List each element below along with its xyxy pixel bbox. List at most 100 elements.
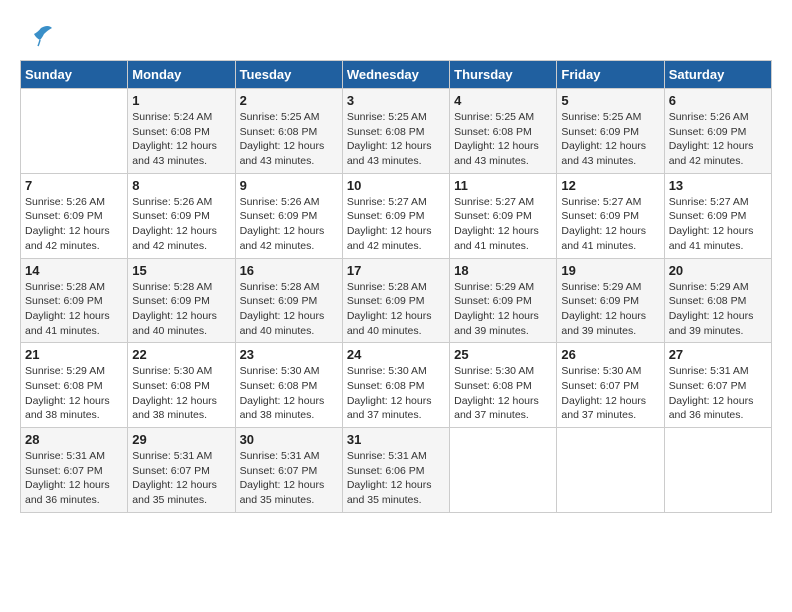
day-number: 4 (454, 93, 552, 108)
calendar-week-row: 7 Sunrise: 5:26 AM Sunset: 6:09 PM Daylig… (21, 173, 772, 258)
day-info: Sunrise: 5:31 AM Sunset: 6:07 PM Dayligh… (240, 449, 338, 508)
weekday-header-sunday: Sunday (21, 61, 128, 89)
calendar-cell: 9 Sunrise: 5:26 AM Sunset: 6:09 PM Daylig… (235, 173, 342, 258)
day-number: 29 (132, 432, 230, 447)
day-number: 12 (561, 178, 659, 193)
calendar-cell: 16 Sunrise: 5:28 AM Sunset: 6:09 PM Dayli… (235, 258, 342, 343)
day-number: 31 (347, 432, 445, 447)
weekday-header-friday: Friday (557, 61, 664, 89)
calendar-cell: 4 Sunrise: 5:25 AM Sunset: 6:08 PM Daylig… (450, 89, 557, 174)
weekday-header-thursday: Thursday (450, 61, 557, 89)
calendar-cell: 22 Sunrise: 5:30 AM Sunset: 6:08 PM Dayli… (128, 343, 235, 428)
calendar-cell: 6Sunrise: 5:26 AM Sunset: 6:09 PM Daylig… (664, 89, 771, 174)
calendar-cell: 24 Sunrise: 5:30 AM Sunset: 6:08 PM Dayli… (342, 343, 449, 428)
weekday-header-saturday: Saturday (664, 61, 771, 89)
day-number: 18 (454, 263, 552, 278)
day-info: Sunrise: 5:25 AM Sunset: 6:08 PM Dayligh… (454, 110, 552, 169)
calendar-cell: 2Sunrise: 5:25 AM Sunset: 6:08 PM Daylig… (235, 89, 342, 174)
day-number: 3 (347, 93, 445, 108)
day-number: 11 (454, 178, 552, 193)
day-info: Sunrise: 5:25 AM Sunset: 6:08 PM Dayligh… (347, 110, 445, 169)
calendar-week-row: 28 Sunrise: 5:31 AM Sunset: 6:07 PM Dayli… (21, 428, 772, 513)
day-number: 20 (669, 263, 767, 278)
weekday-header-tuesday: Tuesday (235, 61, 342, 89)
weekday-header-wednesday: Wednesday (342, 61, 449, 89)
day-number: 22 (132, 347, 230, 362)
calendar-week-row: 1Sunrise: 5:24 AM Sunset: 6:08 PM Daylig… (21, 89, 772, 174)
calendar-cell: 17 Sunrise: 5:28 AM Sunset: 6:09 PM Dayli… (342, 258, 449, 343)
day-number: 24 (347, 347, 445, 362)
calendar-week-row: 14 Sunrise: 5:28 AM Sunset: 6:09 PM Dayli… (21, 258, 772, 343)
calendar-cell: 10Sunrise: 5:27 AM Sunset: 6:09 PM Dayli… (342, 173, 449, 258)
day-info: Sunrise: 5:31 AM Sunset: 6:06 PM Dayligh… (347, 449, 445, 508)
weekday-header-monday: Monday (128, 61, 235, 89)
day-number: 14 (25, 263, 123, 278)
day-info: Sunrise: 5:25 AM Sunset: 6:08 PM Dayligh… (240, 110, 338, 169)
calendar-cell: 25 Sunrise: 5:30 AM Sunset: 6:08 PM Dayli… (450, 343, 557, 428)
day-number: 25 (454, 347, 552, 362)
day-info: Sunrise: 5:30 AM Sunset: 6:08 PM Dayligh… (347, 364, 445, 423)
calendar-cell: 26 Sunrise: 5:30 AM Sunset: 6:07 PM Dayli… (557, 343, 664, 428)
day-number: 27 (669, 347, 767, 362)
day-info: Sunrise: 5:30 AM Sunset: 6:08 PM Dayligh… (132, 364, 230, 423)
calendar-cell (557, 428, 664, 513)
day-info: Sunrise: 5:30 AM Sunset: 6:08 PM Dayligh… (454, 364, 552, 423)
day-number: 16 (240, 263, 338, 278)
day-number: 8 (132, 178, 230, 193)
calendar-week-row: 21Sunrise: 5:29 AM Sunset: 6:08 PM Dayli… (21, 343, 772, 428)
day-info: Sunrise: 5:28 AM Sunset: 6:09 PM Dayligh… (240, 280, 338, 339)
logo-bird-icon (26, 20, 56, 50)
day-info: Sunrise: 5:24 AM Sunset: 6:08 PM Dayligh… (132, 110, 230, 169)
day-info: Sunrise: 5:31 AM Sunset: 6:07 PM Dayligh… (25, 449, 123, 508)
day-number: 21 (25, 347, 123, 362)
calendar-cell: 29Sunrise: 5:31 AM Sunset: 6:07 PM Dayli… (128, 428, 235, 513)
day-number: 26 (561, 347, 659, 362)
day-number: 7 (25, 178, 123, 193)
day-number: 19 (561, 263, 659, 278)
day-number: 28 (25, 432, 123, 447)
day-info: Sunrise: 5:30 AM Sunset: 6:08 PM Dayligh… (240, 364, 338, 423)
day-number: 15 (132, 263, 230, 278)
calendar-cell: 18 Sunrise: 5:29 AM Sunset: 6:09 PM Dayli… (450, 258, 557, 343)
day-info: Sunrise: 5:25 AM Sunset: 6:09 PM Dayligh… (561, 110, 659, 169)
day-info: Sunrise: 5:28 AM Sunset: 6:09 PM Dayligh… (132, 280, 230, 339)
calendar-cell (664, 428, 771, 513)
calendar-cell: 31 Sunrise: 5:31 AM Sunset: 6:06 PM Dayli… (342, 428, 449, 513)
weekday-header-row: SundayMondayTuesdayWednesdayThursdayFrid… (21, 61, 772, 89)
day-number: 10 (347, 178, 445, 193)
page-header (20, 20, 772, 50)
calendar-cell (21, 89, 128, 174)
day-info: Sunrise: 5:27 AM Sunset: 6:09 PM Dayligh… (669, 195, 767, 254)
day-info: Sunrise: 5:28 AM Sunset: 6:09 PM Dayligh… (347, 280, 445, 339)
day-info: Sunrise: 5:28 AM Sunset: 6:09 PM Dayligh… (25, 280, 123, 339)
day-number: 9 (240, 178, 338, 193)
day-number: 17 (347, 263, 445, 278)
logo (20, 20, 56, 50)
day-info: Sunrise: 5:29 AM Sunset: 6:08 PM Dayligh… (669, 280, 767, 339)
day-number: 23 (240, 347, 338, 362)
day-info: Sunrise: 5:26 AM Sunset: 6:09 PM Dayligh… (669, 110, 767, 169)
calendar-cell: 7 Sunrise: 5:26 AM Sunset: 6:09 PM Daylig… (21, 173, 128, 258)
day-number: 13 (669, 178, 767, 193)
day-number: 5 (561, 93, 659, 108)
day-info: Sunrise: 5:26 AM Sunset: 6:09 PM Dayligh… (132, 195, 230, 254)
day-info: Sunrise: 5:29 AM Sunset: 6:09 PM Dayligh… (454, 280, 552, 339)
calendar-cell: 14 Sunrise: 5:28 AM Sunset: 6:09 PM Dayli… (21, 258, 128, 343)
calendar-cell: 23 Sunrise: 5:30 AM Sunset: 6:08 PM Dayli… (235, 343, 342, 428)
calendar-cell: 20 Sunrise: 5:29 AM Sunset: 6:08 PM Dayli… (664, 258, 771, 343)
calendar-cell: 21Sunrise: 5:29 AM Sunset: 6:08 PM Dayli… (21, 343, 128, 428)
calendar-cell (450, 428, 557, 513)
day-info: Sunrise: 5:26 AM Sunset: 6:09 PM Dayligh… (25, 195, 123, 254)
day-number: 30 (240, 432, 338, 447)
calendar-cell: 5 Sunrise: 5:25 AM Sunset: 6:09 PM Daylig… (557, 89, 664, 174)
calendar-cell: 3 Sunrise: 5:25 AM Sunset: 6:08 PM Daylig… (342, 89, 449, 174)
calendar-cell: 11 Sunrise: 5:27 AM Sunset: 6:09 PM Dayli… (450, 173, 557, 258)
calendar-cell: 30 Sunrise: 5:31 AM Sunset: 6:07 PM Dayli… (235, 428, 342, 513)
calendar-cell: 12Sunrise: 5:27 AM Sunset: 6:09 PM Dayli… (557, 173, 664, 258)
calendar-cell: 13 Sunrise: 5:27 AM Sunset: 6:09 PM Dayli… (664, 173, 771, 258)
day-info: Sunrise: 5:26 AM Sunset: 6:09 PM Dayligh… (240, 195, 338, 254)
day-info: Sunrise: 5:27 AM Sunset: 6:09 PM Dayligh… (454, 195, 552, 254)
day-info: Sunrise: 5:30 AM Sunset: 6:07 PM Dayligh… (561, 364, 659, 423)
calendar-cell: 27Sunrise: 5:31 AM Sunset: 6:07 PM Dayli… (664, 343, 771, 428)
calendar-cell: 15 Sunrise: 5:28 AM Sunset: 6:09 PM Dayli… (128, 258, 235, 343)
